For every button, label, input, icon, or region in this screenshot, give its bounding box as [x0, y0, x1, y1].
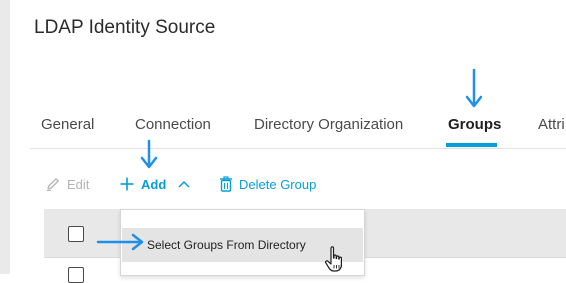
- tab-directory-organization[interactable]: Directory Organization: [254, 116, 403, 133]
- tab-attributes[interactable]: Attri: [538, 116, 565, 133]
- edit-label: Edit: [67, 176, 90, 192]
- menu-item-label: Select Groups From Directory: [147, 238, 306, 252]
- active-tab-indicator: [446, 143, 497, 147]
- tab-bar: General Connection Directory Organizatio…: [30, 104, 566, 148]
- page-title: LDAP Identity Source: [34, 17, 216, 38]
- tabs-divider: [30, 148, 566, 149]
- pencil-icon: [45, 176, 61, 192]
- hand-pointer-icon: [325, 246, 342, 272]
- edit-button[interactable]: Edit: [45, 176, 89, 192]
- trash-icon: [219, 176, 233, 192]
- chevron-up-icon: [178, 179, 190, 189]
- row-checkbox[interactable]: [68, 267, 84, 283]
- tab-general[interactable]: General: [41, 116, 94, 133]
- plus-icon: [119, 176, 135, 192]
- left-gutter: [0, 0, 10, 274]
- tab-groups[interactable]: Groups: [448, 116, 501, 133]
- arrow-icon: [140, 139, 158, 169]
- arrow-icon: [465, 68, 483, 108]
- delete-group-label: Delete Group: [239, 176, 317, 192]
- add-button[interactable]: Add: [119, 176, 196, 192]
- delete-group-button[interactable]: Delete Group: [219, 176, 316, 192]
- add-label: Add: [141, 176, 167, 192]
- arrow-icon: [96, 233, 144, 251]
- select-all-checkbox[interactable]: [68, 226, 84, 242]
- tab-connection[interactable]: Connection: [135, 116, 211, 133]
